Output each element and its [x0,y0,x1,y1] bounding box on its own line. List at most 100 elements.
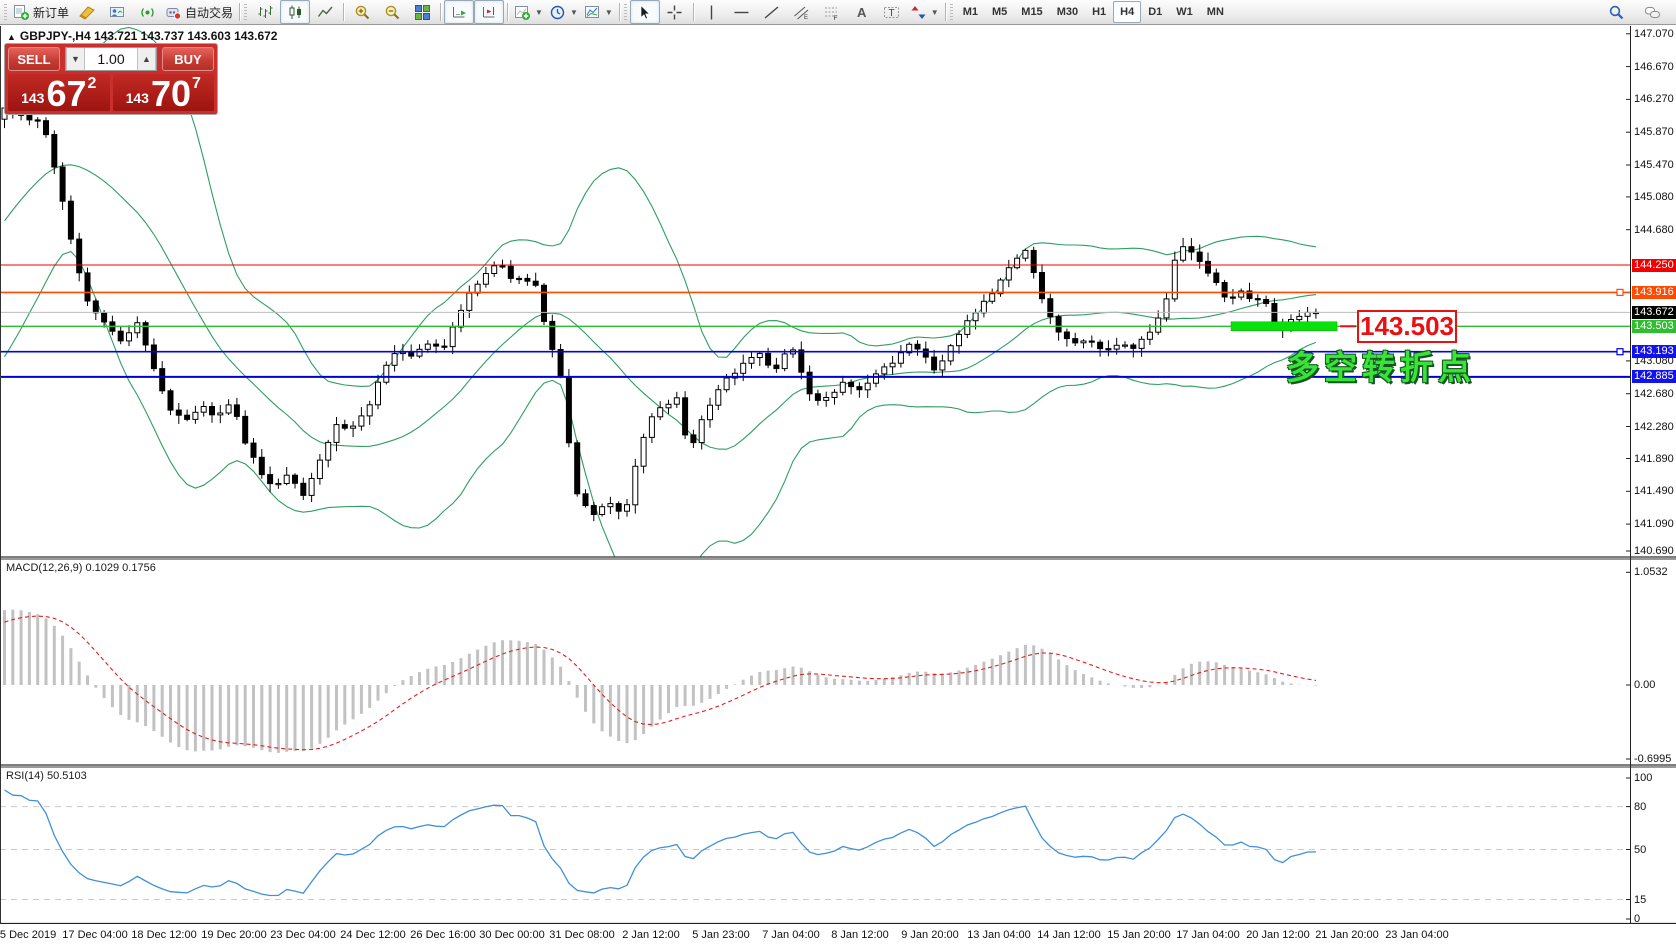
timeframe-m30-button[interactable]: M30 [1050,1,1085,23]
time-tick-label: 20 Jan 12:00 [1246,929,1310,941]
templates-button[interactable]: ▼ [581,0,616,24]
autotrade-button[interactable]: 自动交易 [162,0,236,24]
timeframe-m15-button[interactable]: M15 [1014,1,1049,23]
chart-canvas[interactable] [0,0,1676,947]
chat-button[interactable] [1637,0,1667,24]
price-tick-label: 145.870 [1634,126,1674,138]
timeframe-w1-button[interactable]: W1 [1169,1,1200,23]
tile-windows-button[interactable] [407,0,437,24]
time-tick-label: 15 Dec 2019 [0,929,56,941]
price-level-label: 144.250 [1632,259,1676,272]
metaeditor-button[interactable] [72,0,102,24]
zoom-out-icon [384,4,401,21]
timeframe-d1-button[interactable]: D1 [1141,1,1169,23]
time-tick-label: 21 Jan 20:00 [1315,929,1379,941]
toolbar-grip [244,4,247,20]
cursor-button[interactable] [630,0,660,24]
candles-chart-button[interactable] [280,0,310,24]
price-callout-box[interactable]: 143.503 [1357,310,1457,343]
line-chart-button[interactable] [310,0,340,24]
timeframe-m5-button[interactable]: M5 [985,1,1014,23]
auto-scroll-icon [451,4,468,21]
chat-icon [1644,4,1661,21]
rsi-scale-label: 15 [1634,894,1646,906]
price-tick-label: 147.070 [1634,28,1674,40]
sell-price-display[interactable]: 143 67 2 [8,74,110,111]
search-icon [1608,4,1625,21]
sell-price-main: 67 [46,79,86,109]
time-tick-label: 17 Jan 04:00 [1176,929,1240,941]
toolbar-separator [945,3,946,21]
auto-scroll-button[interactable] [444,0,474,24]
hline-icon [733,4,750,21]
toolbar-grip [950,4,953,20]
channel-button[interactable]: E [787,0,817,24]
text-button[interactable]: A [847,0,877,24]
buy-price-display[interactable]: 143 70 7 [113,74,215,111]
sell-price-prefix: 143 [21,90,44,106]
price-tick-label: 142.280 [1634,421,1674,433]
volume-down-button[interactable]: ▼ [66,48,85,70]
price-tick-label: 142.680 [1634,388,1674,400]
new-order-button[interactable]: 新订单 [10,0,72,24]
zoom-in-button[interactable] [347,0,377,24]
bars-chart-button[interactable] [250,0,280,24]
collapse-quote-icon[interactable]: ▲ [7,32,16,42]
rsi-scale-label: 50 [1634,844,1646,856]
fibonacci-icon: F [823,4,840,21]
arrows-button[interactable]: ▼ [907,0,942,24]
mt4-window: 新订单自动交易▼▼▼EFAT▼M1M5M15M30H1H4D1W1MN ▲GBP… [0,0,1676,947]
fibonacci-button[interactable]: F [817,0,847,24]
volume-input[interactable]: 1.00 [85,48,137,70]
tile-windows-icon [414,4,431,21]
symbol-info-line[interactable]: ▲ GBPJPY-,H4 143.721 143.737 143.603 143.… [7,29,277,43]
text-label-button[interactable]: T [877,0,907,24]
profile-chart-button[interactable] [102,0,132,24]
time-tick-label: 8 Jan 12:00 [831,929,889,941]
search-button[interactable] [1601,0,1631,24]
macd-scale-label: 1.0532 [1634,566,1668,578]
toolbar-separator [507,3,508,21]
time-tick-label: 18 Dec 12:00 [131,929,196,941]
macd-label: MACD(12,26,9) 0.1029 0.1756 [6,562,156,574]
time-axis[interactable]: 15 Dec 201917 Dec 04:0018 Dec 12:0019 De… [0,924,1676,947]
price-tick-label: 146.670 [1634,61,1674,73]
price-tick-label: 145.470 [1634,159,1674,171]
svg-text:T: T [889,8,895,19]
text-label-icon: T [883,4,900,21]
zoom-in-icon [354,4,371,21]
chart-shift-button[interactable] [474,0,504,24]
toolbar-grip [624,4,627,20]
volume-stepper: ▼ 1.00 ▲ [65,47,157,71]
vline-button[interactable] [697,0,727,24]
price-tick-label: 145.080 [1634,191,1674,203]
volume-up-button[interactable]: ▲ [137,48,156,70]
time-tick-label: 26 Dec 16:00 [410,929,475,941]
periods-button[interactable]: ▼ [546,0,581,24]
arrows-icon [910,4,927,21]
indicators-icon [514,4,531,21]
svg-text:F: F [834,15,838,21]
price-level-label: 143.916 [1632,286,1676,299]
profile-chart-icon [109,4,126,21]
price-tick-label: 140.690 [1634,545,1674,557]
timeframe-h4-button[interactable]: H4 [1113,1,1141,23]
zoom-out-button[interactable] [377,0,407,24]
crosshair-button[interactable] [660,0,690,24]
symbol-ohlc-text: GBPJPY-,H4 143.721 143.737 143.603 143.6… [20,29,278,43]
toolbar-grip [4,4,7,20]
timeframe-h1-button[interactable]: H1 [1085,1,1113,23]
trendline-button[interactable] [757,0,787,24]
turning-point-annotation[interactable]: 多空转折点 [1286,341,1476,389]
buy-button[interactable]: BUY [162,47,214,71]
signals-button[interactable] [132,0,162,24]
price-level-label: 143.672 [1632,306,1676,319]
new-order-icon [13,4,30,21]
toolbar-separator [440,3,441,21]
hline-button[interactable] [727,0,757,24]
timeframe-m1-button[interactable]: M1 [956,1,985,23]
sell-button[interactable]: SELL [8,47,60,71]
indicators-button[interactable]: ▼ [511,0,546,24]
line-chart-icon [317,4,334,21]
timeframe-mn-button[interactable]: MN [1200,1,1231,23]
